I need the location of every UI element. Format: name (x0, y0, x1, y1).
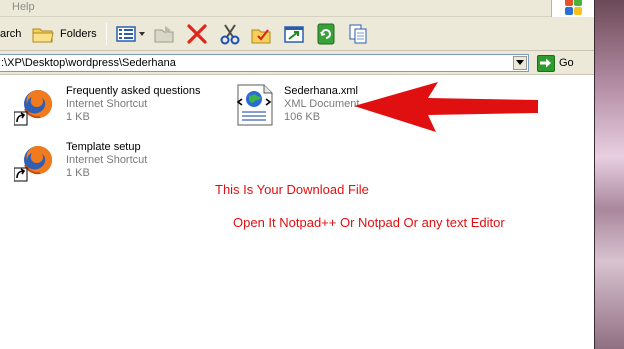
folders-label: Folders (60, 28, 97, 40)
file-type: XML Document (284, 98, 360, 110)
chevron-down-icon (516, 60, 524, 65)
menu-bar: Help (0, 0, 594, 19)
address-dropdown-button[interactable] (513, 56, 527, 70)
firefox-shortcut-icon (14, 89, 53, 126)
file-item-template-setup[interactable]: Template setup Internet Shortcut 1 KB (14, 140, 214, 186)
move-to-button[interactable] (152, 23, 176, 45)
toolbar: arch Folders (0, 17, 594, 51)
cut-icon (220, 24, 240, 45)
address-field[interactable]: :\XP\Desktop\wordpress\Sederhana (0, 54, 529, 72)
go-button[interactable]: Go (537, 54, 574, 72)
map-drive-button[interactable] (282, 23, 306, 45)
firefox-shortcut-icon (14, 145, 53, 182)
explorer-window: Help arch Folders:\XP\Desktop\wordpress… (0, 0, 594, 349)
xml-document-icon (236, 84, 273, 126)
file-type: Internet Shortcut (66, 98, 148, 110)
toolbar-separator (106, 23, 107, 45)
red-arrow-annotation (354, 82, 538, 132)
folders-button[interactable]: Folders (32, 22, 97, 46)
refresh-button[interactable] (314, 23, 338, 45)
file-item-frequently-asked-questions[interactable]: Frequently asked questions Internet Shor… (14, 84, 214, 130)
file-size: 1 KB (66, 111, 90, 123)
file-size: 1 KB (66, 167, 90, 179)
folders-icon (32, 28, 54, 43)
menu-help[interactable]: Help (12, 1, 35, 13)
windows-flag-icon (564, 0, 582, 15)
desktop-background (594, 0, 624, 349)
address-path: :\XP\Desktop\wordpress\Sederhana (1, 57, 176, 69)
file-type: Internet Shortcut (66, 154, 148, 166)
delete-icon (187, 24, 207, 44)
copy-button[interactable] (346, 23, 370, 45)
refresh-icon (317, 23, 335, 45)
cut-button[interactable] (218, 23, 242, 45)
views-button[interactable] (114, 23, 148, 45)
file-name: Template setup (66, 141, 141, 153)
file-name: Sederhana.xml (284, 85, 358, 97)
go-label: Go (559, 57, 574, 69)
move-to-icon (154, 26, 174, 43)
address-bar: :\XP\Desktop\wordpress\Sederhana Go (0, 51, 594, 75)
search-button[interactable]: arch (0, 28, 21, 40)
delete-button[interactable] (185, 23, 209, 45)
annotation-open-with-editor: Open It Notpad++ Or Notpad Or any text E… (233, 215, 505, 230)
file-size: 106 KB (284, 111, 321, 123)
go-arrow-icon (537, 54, 555, 72)
copy-icon (349, 24, 367, 44)
copy-to-folder-button[interactable] (249, 23, 273, 45)
copy-to-folder-icon (251, 29, 271, 44)
map-drive-icon (284, 26, 304, 43)
views-icon (116, 26, 145, 42)
file-name: Frequently asked questions (66, 85, 201, 97)
annotation-download-file: This Is Your Download File (215, 182, 369, 197)
